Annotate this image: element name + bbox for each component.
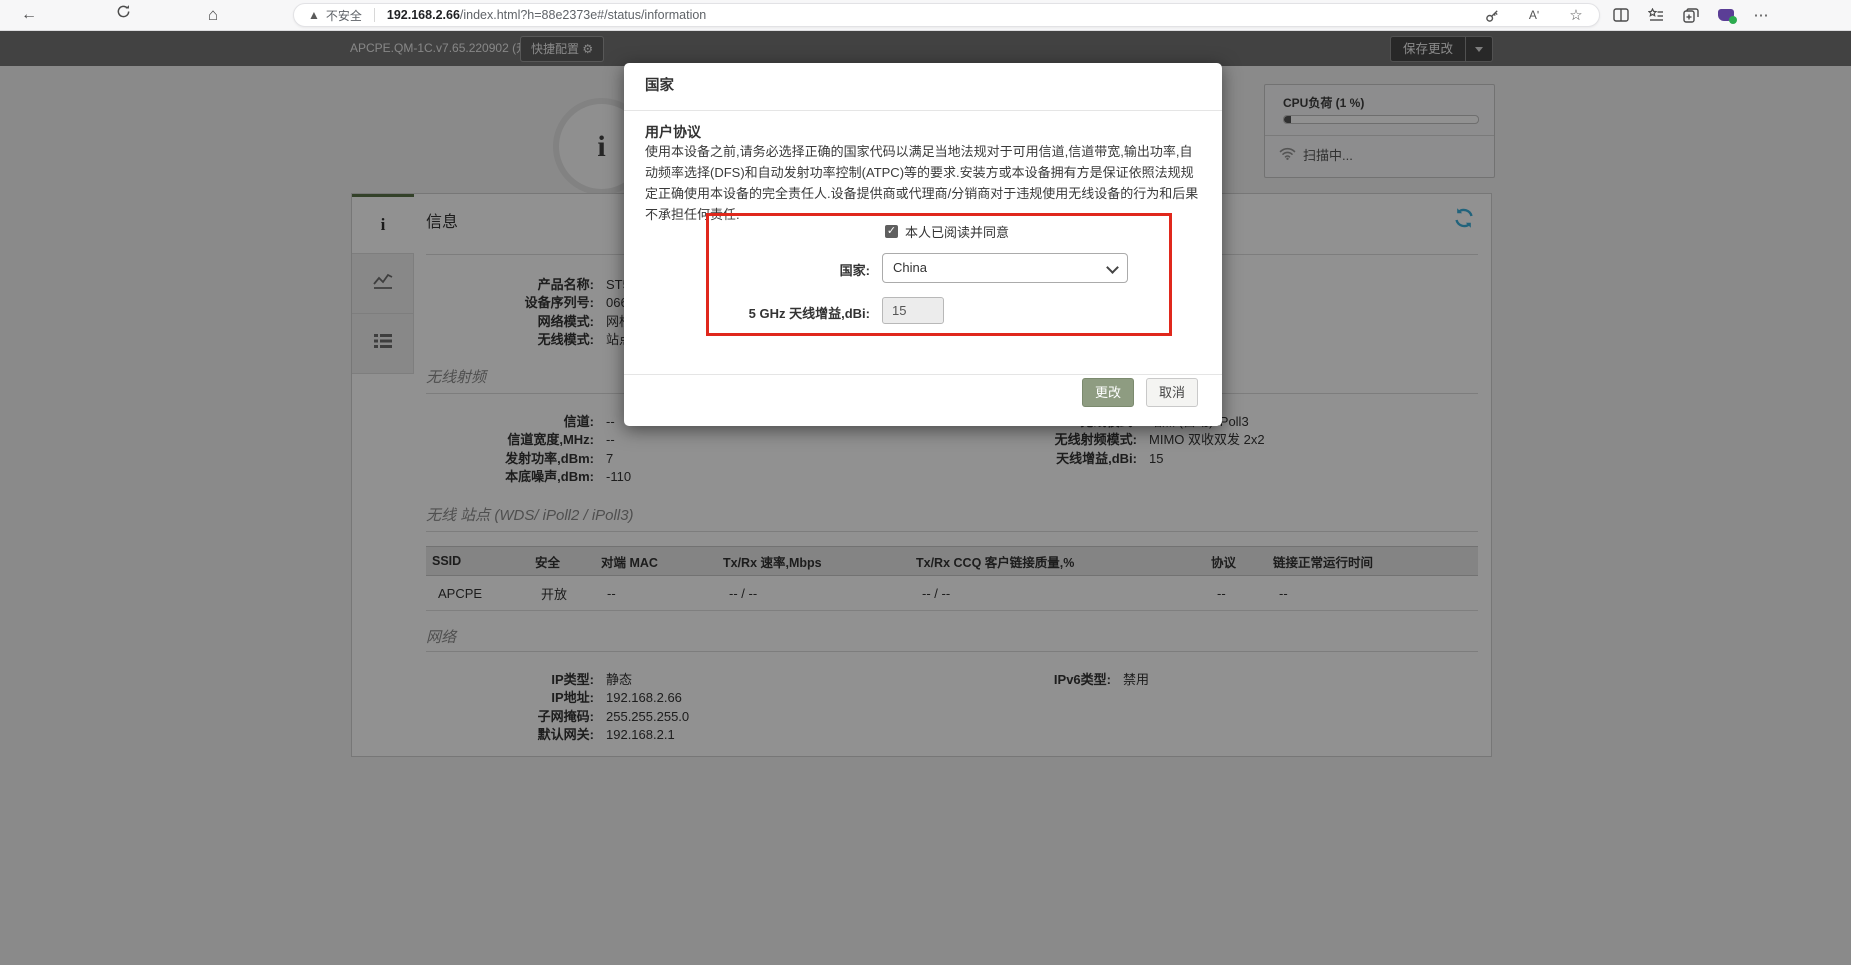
back-icon[interactable]: ←: [14, 0, 44, 30]
gain-field-label: 5 GHz 天线增益,dBi:: [709, 303, 870, 322]
country-field-label: 国家:: [709, 260, 870, 279]
favorites-list-icon[interactable]: [1647, 6, 1665, 24]
refresh-page-icon[interactable]: [108, 0, 138, 30]
split-screen-icon[interactable]: [1612, 6, 1630, 24]
antenna-gain-input[interactable]: 15: [882, 297, 944, 324]
cancel-button[interactable]: 取消: [1146, 378, 1198, 407]
browser-essentials-icon[interactable]: [1717, 6, 1735, 24]
change-button[interactable]: 更改: [1082, 378, 1134, 407]
url-text: 192.168.2.66/index.html?h=88e2373e#/stat…: [387, 8, 706, 22]
favorite-star-icon[interactable]: ☆: [1567, 6, 1585, 24]
agree-checkbox[interactable]: ✓: [885, 225, 898, 238]
country-select[interactable]: China: [882, 253, 1128, 283]
screen: ← ⌂ ▲ 不安全 192.168.2.66/index.html?h=88e2…: [0, 0, 1851, 965]
settings-menu-icon[interactable]: ⋯: [1752, 6, 1770, 24]
collections-add-icon[interactable]: [1682, 6, 1700, 24]
home-icon[interactable]: ⌂: [198, 0, 228, 30]
browser-toolbar: ← ⌂ ▲ 不安全 192.168.2.66/index.html?h=88e2…: [0, 0, 1851, 31]
modal-title: 国家: [624, 63, 1222, 111]
chevron-down-icon: [1106, 261, 1119, 274]
toolbar-icons: ⋯: [1612, 0, 1770, 30]
address-bar[interactable]: ▲ 不安全 192.168.2.66/index.html?h=88e2373e…: [293, 3, 1600, 27]
not-secure-warning-icon: ▲: [308, 8, 320, 22]
divider: [624, 374, 1222, 375]
agreement-title: 用户协议: [645, 122, 701, 142]
not-secure-label: 不安全: [326, 7, 362, 24]
password-key-icon[interactable]: [1483, 6, 1501, 24]
highlight-red-box: ✓ 本人已阅读并同意 国家: China 5 GHz 天线增益,dBi: 15: [706, 213, 1172, 336]
read-aloud-icon[interactable]: Aʹ: [1525, 6, 1543, 24]
agree-checkbox-label: 本人已阅读并同意: [905, 222, 1009, 241]
country-modal: 国家 用户协议 使用本设备之前,请务必选择正确的国家代码以满足当地法规对于可用信…: [624, 63, 1222, 426]
divider: [374, 8, 375, 22]
